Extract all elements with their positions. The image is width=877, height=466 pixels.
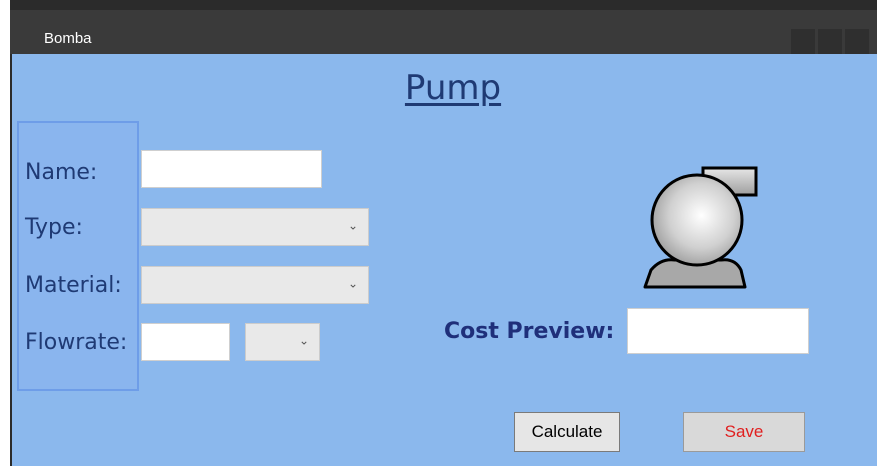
chevron-down-icon: ⌄ bbox=[347, 218, 358, 233]
type-select[interactable]: ⌄ bbox=[141, 208, 369, 246]
save-button[interactable]: Save bbox=[683, 412, 805, 452]
calculate-button[interactable]: Calculate bbox=[514, 412, 620, 452]
name-label: Name: bbox=[25, 160, 98, 185]
window-title: Bomba bbox=[44, 30, 92, 47]
name-input[interactable] bbox=[141, 150, 322, 188]
chevron-down-icon: ⌄ bbox=[298, 333, 309, 348]
page-title: Pump bbox=[404, 68, 502, 108]
flowrate-input[interactable] bbox=[141, 323, 230, 361]
flowrate-unit-select[interactable]: ⌄ bbox=[245, 323, 320, 361]
material-select[interactable]: ⌄ bbox=[141, 266, 369, 304]
cost-preview-field bbox=[627, 308, 809, 354]
cost-preview-label: Cost Preview: bbox=[444, 319, 615, 344]
pump-icon bbox=[643, 166, 758, 289]
title-bar[interactable]: Bomba bbox=[10, 10, 877, 61]
chevron-down-icon: ⌄ bbox=[347, 276, 358, 291]
type-label: Type: bbox=[25, 215, 83, 240]
flowrate-label: Flowrate: bbox=[25, 330, 128, 355]
material-label: Material: bbox=[25, 273, 122, 298]
